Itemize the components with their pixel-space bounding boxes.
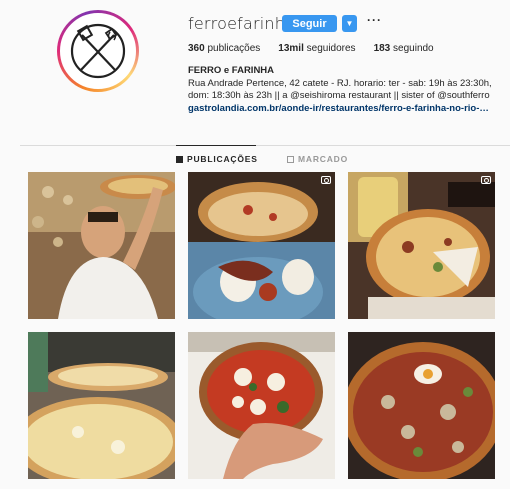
stat-followers-count: 13mil xyxy=(278,43,304,54)
stat-followers-label: seguidores xyxy=(306,43,356,54)
margherita-pizza-image xyxy=(188,332,335,479)
profile-username: ferroefarinha xyxy=(188,14,296,33)
stat-posts: 360 publicações xyxy=(188,43,260,54)
follow-button[interactable]: Seguir xyxy=(282,15,337,32)
chevron-down-icon: ▼ xyxy=(345,19,354,28)
tag-icon xyxy=(287,155,294,163)
tabs-divider xyxy=(20,145,510,146)
profile-bio: FERRO e FARINHA Rua Andrade Pertence, 42… xyxy=(188,65,498,115)
tab-publicacoes-label: PUBLICAÇÕES xyxy=(187,154,258,164)
active-tab-indicator xyxy=(176,145,256,146)
tab-publicacoes[interactable]: PUBLICAÇÕES xyxy=(176,154,258,164)
post-thumbnail[interactable] xyxy=(28,172,175,319)
post-thumbnail[interactable] xyxy=(348,172,495,319)
profile-stats: 360 publicações 13mil seguidores 183 seg… xyxy=(188,43,452,54)
follow-options-button[interactable]: ▼ xyxy=(342,15,357,32)
post-thumbnail[interactable] xyxy=(28,332,175,479)
more-options-button[interactable]: ··· xyxy=(367,13,382,27)
pizza-burrata-image xyxy=(188,172,335,319)
post-thumbnail[interactable] xyxy=(188,332,335,479)
bio-text: Rua Andrade Pertence, 42 catete - RJ. ho… xyxy=(188,77,492,102)
ferro-farinha-logo-icon xyxy=(70,23,126,79)
video-icon xyxy=(481,176,491,184)
grid-icon xyxy=(176,155,183,163)
stat-following-count: 183 xyxy=(373,43,391,54)
stat-posts-count: 360 xyxy=(188,43,205,54)
bio-name: FERRO e FARINHA xyxy=(188,65,275,76)
profile-avatar[interactable] xyxy=(57,10,139,92)
stat-following-label: seguindo xyxy=(393,43,434,54)
logo xyxy=(60,13,136,89)
egg-mushroom-pizza-image xyxy=(348,332,495,479)
video-icon xyxy=(321,176,331,184)
tab-marcado[interactable]: MARCADO xyxy=(287,154,348,164)
post-thumbnail[interactable] xyxy=(348,332,495,479)
chef-pizza-image xyxy=(28,172,175,319)
bio-website-link[interactable]: gastrolandia.com.br/aonde-ir/restaurante… xyxy=(188,103,494,116)
white-pizzas-image xyxy=(28,332,175,479)
pizza-drink-image xyxy=(348,172,495,319)
stat-following[interactable]: 183 seguindo xyxy=(374,43,434,54)
stat-followers[interactable]: 13mil seguidores xyxy=(278,43,355,54)
stat-posts-label: publicações xyxy=(207,43,261,54)
post-thumbnail[interactable] xyxy=(188,172,335,319)
tab-marcado-label: MARCADO xyxy=(298,154,348,164)
